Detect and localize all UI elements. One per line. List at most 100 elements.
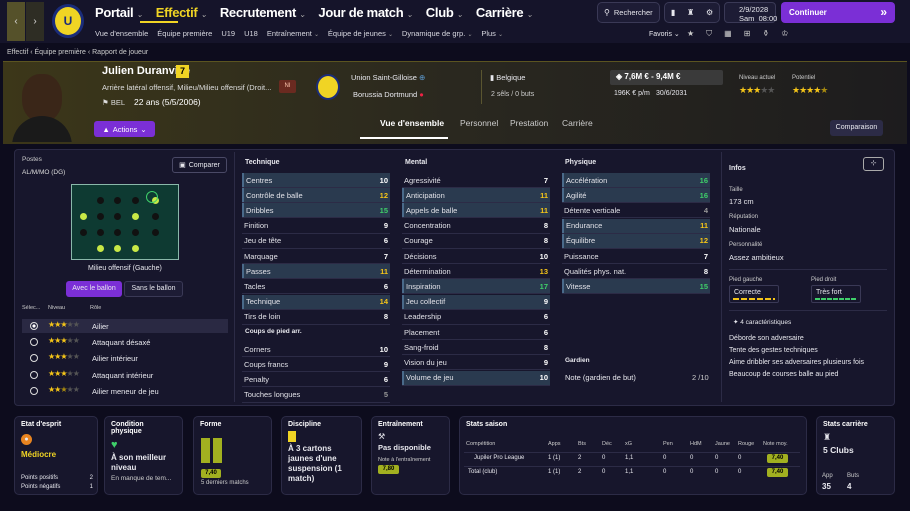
subnav-first-team[interactable]: Équipe première: [157, 29, 212, 38]
nav-carriere[interactable]: Carrière ⌄: [476, 5, 533, 20]
nav-recrutement[interactable]: Recrutement ⌄: [220, 5, 306, 20]
compare-button[interactable]: Comparaison: [830, 120, 883, 136]
grid-icon[interactable]: ⊞: [744, 29, 751, 39]
role-row[interactable]: ★★★★★ Ailier: [22, 319, 228, 333]
attribute-row[interactable]: Qualités phys. nat. 8: [562, 264, 710, 278]
scout-icon[interactable]: ♜: [687, 8, 694, 17]
attribute-row[interactable]: Passes 11: [242, 264, 390, 279]
attribute-row[interactable]: Équilibre 12: [562, 233, 710, 248]
attribute-row[interactable]: Penalty 6: [242, 372, 390, 386]
attribute-row[interactable]: Puissance 7: [562, 249, 710, 263]
board-icon[interactable]: ▦: [724, 29, 732, 39]
settings-icon[interactable]: ⚙: [706, 8, 713, 17]
crumb-report[interactable]: Rapport de joueur: [92, 49, 148, 56]
attribute-row[interactable]: Leadership 6: [402, 310, 550, 324]
tab-career[interactable]: Carrière: [562, 118, 612, 128]
tab-overview[interactable]: Vue d'ensemble: [380, 118, 460, 128]
role-radio[interactable]: [30, 354, 38, 363]
subnav-overview[interactable]: Vue d'ensemble: [95, 29, 148, 38]
subnav-training[interactable]: Entraînement ⌄: [267, 29, 319, 38]
attribute-row[interactable]: Dribbles 15: [242, 203, 390, 218]
actions-button[interactable]: ▲ Actions ⌄: [94, 121, 155, 137]
pitch-position-dot: [114, 245, 121, 252]
crumb-effectif[interactable]: Effectif: [7, 49, 28, 56]
attribute-row[interactable]: Contrôle de balle 12: [242, 188, 390, 203]
attribute-row[interactable]: Tirs de loin 8: [242, 310, 390, 324]
club-crest-icon[interactable]: U: [52, 4, 84, 38]
attribute-row[interactable]: Détente verticale 4: [562, 203, 710, 217]
loan-club-name[interactable]: Borussia Dortmund ●: [353, 90, 424, 99]
shirt-icon[interactable]: ⛉: [706, 29, 712, 39]
forward-arrow-icon[interactable]: ›: [26, 2, 44, 41]
role-radio[interactable]: [30, 338, 38, 347]
form-card[interactable]: Forme 7,40 5 derniers matchs: [193, 416, 272, 495]
attribute-row[interactable]: Finition 9: [242, 219, 390, 233]
info-toggle-icon[interactable]: ⊹: [863, 157, 884, 171]
subnav-more[interactable]: Plus ⌄: [481, 29, 503, 38]
attribute-row[interactable]: Marquage 7: [242, 249, 390, 263]
nav-portail[interactable]: Portail ⌄: [95, 5, 143, 20]
attribute-row[interactable]: Tacles 6: [242, 279, 390, 293]
season-header: Jaune: [715, 441, 730, 447]
attribute-row[interactable]: Détermination 13: [402, 264, 550, 278]
role-radio[interactable]: [30, 370, 38, 379]
attribute-row[interactable]: Vision du jeu 9: [402, 355, 550, 369]
attribute-row[interactable]: Accélération 16: [562, 173, 710, 187]
attribute-row[interactable]: Corners 10: [242, 342, 390, 356]
with-ball-toggle[interactable]: Avec le ballon: [66, 281, 122, 297]
without-ball-toggle[interactable]: Sans le ballon: [124, 281, 183, 297]
attribute-row[interactable]: Vitesse 15: [562, 279, 710, 294]
nav-jour-de-match[interactable]: Jour de match ⌄: [318, 5, 413, 20]
role-row[interactable]: ★★★★★ Attaquant intérieur: [22, 368, 228, 382]
condition-card[interactable]: Condition physique ♥ À son meilleur nive…: [104, 416, 183, 495]
nav-effectif[interactable]: Effectif ⌄: [156, 5, 207, 20]
subnav-u18[interactable]: U18: [244, 29, 258, 38]
attribute-row[interactable]: Sang-froid 8: [402, 340, 550, 354]
attribute-row[interactable]: Concentration 8: [402, 219, 550, 233]
attribute-row[interactable]: Inspiration 17: [402, 279, 550, 294]
career-stats-card[interactable]: Stats carrière ♜ 5 Clubs App Buts 35 4: [816, 416, 895, 495]
search-button[interactable]: ⚲ Rechercher: [597, 2, 660, 23]
training-card[interactable]: Entraînement ⚒ Pas disponible Note à l'e…: [371, 416, 450, 495]
attribute-row[interactable]: Jeu collectif 9: [402, 294, 550, 309]
nav-club[interactable]: Club ⌄: [426, 5, 463, 20]
role-row[interactable]: ★★★★★ Ailier meneur de jeu: [22, 384, 228, 398]
attribute-row[interactable]: Placement 6: [402, 325, 550, 339]
attribute-row[interactable]: Volume de jeu 10: [402, 370, 550, 385]
attribute-row[interactable]: Agressivité 7: [402, 173, 550, 187]
trophy-icon[interactable]: ⚱: [762, 29, 769, 39]
attribute-row[interactable]: Centres 10: [242, 173, 390, 187]
role-row[interactable]: ★★★★★ Ailier intérieur: [22, 351, 228, 365]
role-radio[interactable]: [30, 322, 38, 330]
morale-card[interactable]: Etat d'esprit ● Médiocre Points positifs…: [14, 416, 98, 495]
attribute-row[interactable]: Touches longues 5: [242, 388, 390, 402]
attribute-row[interactable]: Appels de balle 11: [402, 203, 550, 218]
role-row[interactable]: ★★★★★ Attaquant désaxé: [22, 335, 228, 349]
subnav-u19[interactable]: U19: [221, 29, 235, 38]
inbox-icon[interactable]: ▮: [671, 8, 675, 17]
subnav-dynamics[interactable]: Dynamique de grp. ⌄: [402, 29, 472, 38]
discipline-card[interactable]: Discipline À 3 cartons jaunes d'une susp…: [281, 416, 362, 495]
subnav-youth[interactable]: Équipe de jeunes ⌄: [328, 29, 393, 38]
attribute-row[interactable]: Agilité 16: [562, 188, 710, 203]
back-arrow-icon[interactable]: ‹: [7, 2, 25, 41]
attribute-row[interactable]: Anticipation 11: [402, 188, 550, 203]
role-radio[interactable]: [30, 386, 38, 395]
date-box[interactable]: 2/9/2028 Sam 08:00: [724, 2, 777, 23]
attribute-row[interactable]: Décisions 10: [402, 249, 550, 263]
club-name[interactable]: Union Saint-Gilloise ⊕: [351, 73, 425, 82]
attribute-row[interactable]: Courage 8: [402, 234, 550, 248]
attribute-row[interactable]: Coups francs 9: [242, 357, 390, 371]
attribute-row[interactable]: Technique 14: [242, 294, 390, 309]
crumb-first-team[interactable]: Équipe première: [35, 49, 86, 56]
season-stats-card[interactable]: Stats saison Compétition Apps Bts Déc xG Pen H…: [459, 416, 807, 495]
favorites-dropdown[interactable]: Favoris ⌄: [649, 30, 680, 38]
tab-personal[interactable]: Personnel: [460, 118, 510, 128]
continue-button[interactable]: Continuer»: [781, 2, 895, 23]
star-icon[interactable]: ★: [687, 29, 694, 39]
cup-icon[interactable]: ♔: [781, 29, 788, 39]
compare-positions-button[interactable]: ▣ Comparer: [172, 157, 227, 173]
attribute-row[interactable]: Endurance 11: [562, 218, 710, 233]
attribute-row[interactable]: Jeu de tête 6: [242, 234, 390, 248]
tab-performance[interactable]: Prestation: [510, 118, 562, 128]
